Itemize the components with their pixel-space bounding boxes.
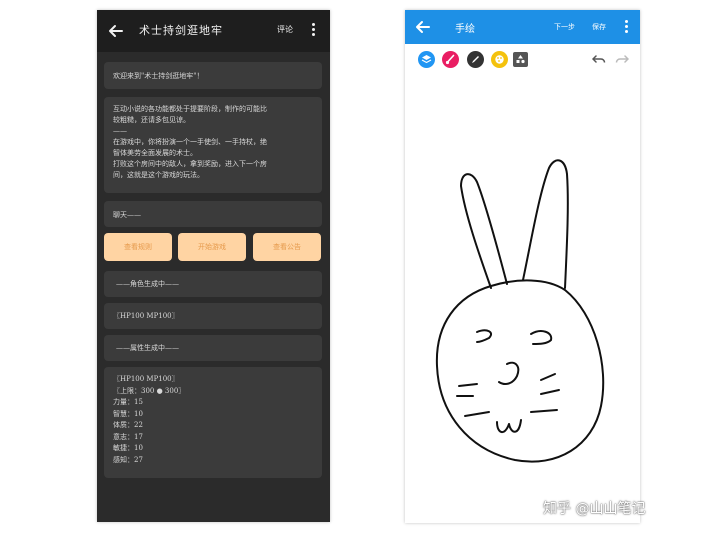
intro-line: 互动小说的各功能都处于提要阶段，制作的可能比 [113,105,267,113]
hp-mp-text: 〖HP100 MP100〗 [113,312,179,320]
back-arrow-icon[interactable] [413,17,433,37]
stats-message: 〖HP100 MP100〗 〖上限：300 ● 300〗 力量：15 智慧：10… [104,367,322,478]
whisker-stroke [464,411,490,417]
stat-will: 意志：17 [113,432,143,441]
left-ear-stroke [460,173,508,289]
right-eye-stroke [530,330,553,345]
game-app-screen: 术士持剑逛地牢 评论 欢迎来到"术士持剑逛地牢"！ 互动小说的各功能都处于提要阶… [97,10,330,522]
redo-icon[interactable] [615,53,629,65]
whisker-stroke [540,389,560,395]
welcome-message: 欢迎来到"术士持剑逛地牢"！ [104,62,322,89]
nose-stroke [498,361,520,385]
start-game-button[interactable]: 开始游戏 [178,233,246,261]
chat-text: 聊天—— [113,211,141,219]
app-title: 术士持剑逛地牢 [139,24,223,37]
action-buttons: 查看规则 开始游戏 查看公告 [104,233,322,261]
left-eye-stroke [476,329,493,343]
layers-icon[interactable] [418,51,435,68]
comment-button[interactable]: 评论 [277,24,293,35]
stat-strength: 力量：15 [113,398,143,406]
pen-icon[interactable] [467,51,484,68]
intro-line: 智体美劳全面发展的术士。 [113,149,197,157]
app-title: 手绘 [455,24,475,35]
view-rules-button[interactable]: 查看规则 [104,233,172,261]
stat-perception: 感知：27 [113,455,143,464]
view-notice-button[interactable]: 查看公告 [253,233,321,261]
intro-line: 打败这个房间中的敌人，拿到奖励，进入下一个房 [113,160,267,168]
whisker-stroke [458,383,478,387]
mouth-stroke [496,419,522,433]
app-bar: 术士持剑逛地牢 评论 [97,10,330,52]
intro-message: 互动小说的各功能都处于提要阶段，制作的可能比 较粗糙，还请多包见谅。 —— 在游… [104,97,322,193]
rabbit-drawing [435,159,605,463]
chat-feed[interactable]: 欢迎来到"术士持剑逛地牢"！ 互动小说的各功能都处于提要阶段，制作的可能比 较粗… [97,52,330,522]
stat-constitution: 体质：22 [113,421,143,429]
right-ear-stroke [522,159,569,289]
app-bar: 手绘 下一步 保存 [405,10,640,44]
save-button[interactable]: 保存 [592,22,606,32]
hp-mp-message: 〖HP100 MP100〗 [104,303,322,329]
drawing-canvas[interactable] [405,74,640,523]
undo-icon[interactable] [592,53,606,65]
intro-line: 在游戏中，你将扮演一个一手使剑、一手持杖，绝 [113,138,267,146]
welcome-text: 欢迎来到"术士持剑逛地牢"！ [113,72,204,80]
head-stroke [435,279,605,463]
back-arrow-icon[interactable] [105,20,127,42]
stat-limit: 〖上限：300 ● 300〗 [113,386,186,395]
stat-agility: 敏捷：10 [113,444,143,452]
attr-generating-text: ——属性生成中—— [116,344,179,352]
stat-hp-mp: 〖HP100 MP100〗 [113,375,179,383]
palette-icon[interactable] [491,51,508,68]
more-menu-icon[interactable] [624,20,630,36]
intro-line: 较粗糙，还请多包见谅。 [113,116,190,124]
stat-intelligence: 智慧：10 [113,409,143,418]
more-menu-icon[interactable] [311,23,317,39]
brush-icon[interactable] [442,51,459,68]
chat-message: 聊天—— [104,201,322,227]
intro-line: —— [113,127,127,135]
whisker-stroke [540,373,556,381]
whisker-stroke [530,409,558,413]
role-generating-message: ——角色生成中—— [104,271,322,297]
attr-generating-message: ——属性生成中—— [104,335,322,361]
shapes-icon[interactable] [513,52,528,67]
role-generating-text: ——角色生成中—— [116,280,179,288]
next-step-button[interactable]: 下一步 [554,22,575,32]
watermark: 知乎 @山山笔记 [543,501,646,517]
intro-line: 间，这就是这个游戏的玩法。 [113,171,204,179]
drawing-app-screen: 手绘 下一步 保存 [405,10,640,523]
